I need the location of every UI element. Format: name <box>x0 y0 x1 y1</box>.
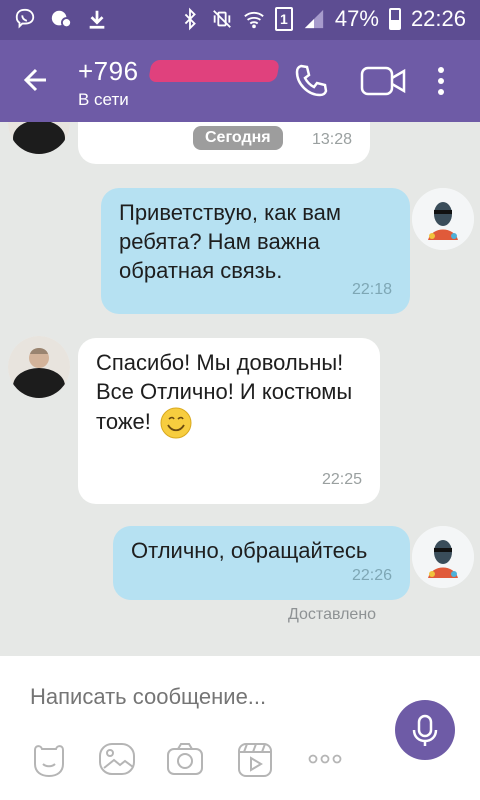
message-text: Спасибо! Мы довольны! Все Отлично! И кос… <box>96 350 353 434</box>
my-avatar[interactable] <box>412 526 474 588</box>
compose-bar <box>0 656 480 800</box>
message-time: 22:26 <box>351 567 392 584</box>
message-input[interactable] <box>30 684 370 710</box>
signal-icon <box>304 9 324 29</box>
contact-avatar[interactable] <box>8 122 70 154</box>
sticker-icon[interactable] <box>28 738 70 780</box>
delivered-status: Доставлено <box>288 606 377 623</box>
contact-name[interactable]: +796 <box>78 56 139 87</box>
battery-percent: 47% <box>334 6 379 31</box>
sim-slot-icon: 1 <box>274 7 293 31</box>
back-arrow-icon[interactable] <box>16 60 56 100</box>
message-bubble-incoming[interactable]: Спасибо! Мы довольны! Все Отлично! И кос… <box>78 338 380 504</box>
my-avatar[interactable] <box>412 188 474 250</box>
chat-area[interactable]: 13:28 Сегодня Приветствую, как вам ребят… <box>0 122 480 656</box>
message-bubble-outgoing[interactable]: Приветствую, как вам ребята? Нам важна о… <box>101 188 410 314</box>
contact-status: В сети <box>78 90 129 109</box>
chat-notification-icon <box>51 10 72 29</box>
status-bar: 1 47% 22:26 <box>0 0 480 40</box>
message-text: Приветствую, как вам ребята? Нам важна о… <box>119 200 341 283</box>
smile-emoji-icon <box>160 407 192 439</box>
mic-button[interactable] <box>395 700 455 760</box>
bluetooth-icon <box>184 7 196 31</box>
redaction-mark <box>148 60 280 82</box>
vibrate-mute-icon <box>212 10 231 28</box>
download-icon <box>89 10 105 29</box>
camera-icon[interactable] <box>164 738 206 780</box>
message-time: 22:18 <box>351 281 392 298</box>
more-options-icon[interactable] <box>426 60 456 102</box>
more-attachments-icon[interactable] <box>304 738 346 780</box>
video-call-icon[interactable] <box>358 60 408 102</box>
clock: 22:26 <box>410 6 466 31</box>
date-label: Сегодня <box>193 126 283 150</box>
viber-notification-icon <box>15 8 35 29</box>
contact-avatar[interactable] <box>8 336 70 398</box>
status-notifications <box>14 7 108 31</box>
wifi-icon <box>244 11 264 29</box>
chat-header: +796 В сети <box>0 40 480 122</box>
gallery-icon[interactable] <box>96 738 138 780</box>
battery-icon <box>388 8 401 30</box>
message-bubble-outgoing[interactable]: Отлично, обращайтесь 22:26 <box>113 526 410 600</box>
microphone-icon <box>412 714 438 746</box>
message-time: 13:28 <box>311 131 352 148</box>
status-system: 1 47% 22:26 <box>179 6 466 32</box>
phone-icon[interactable] <box>290 60 332 102</box>
video-message-icon[interactable] <box>234 738 276 780</box>
message-time: 22:25 <box>321 471 362 488</box>
